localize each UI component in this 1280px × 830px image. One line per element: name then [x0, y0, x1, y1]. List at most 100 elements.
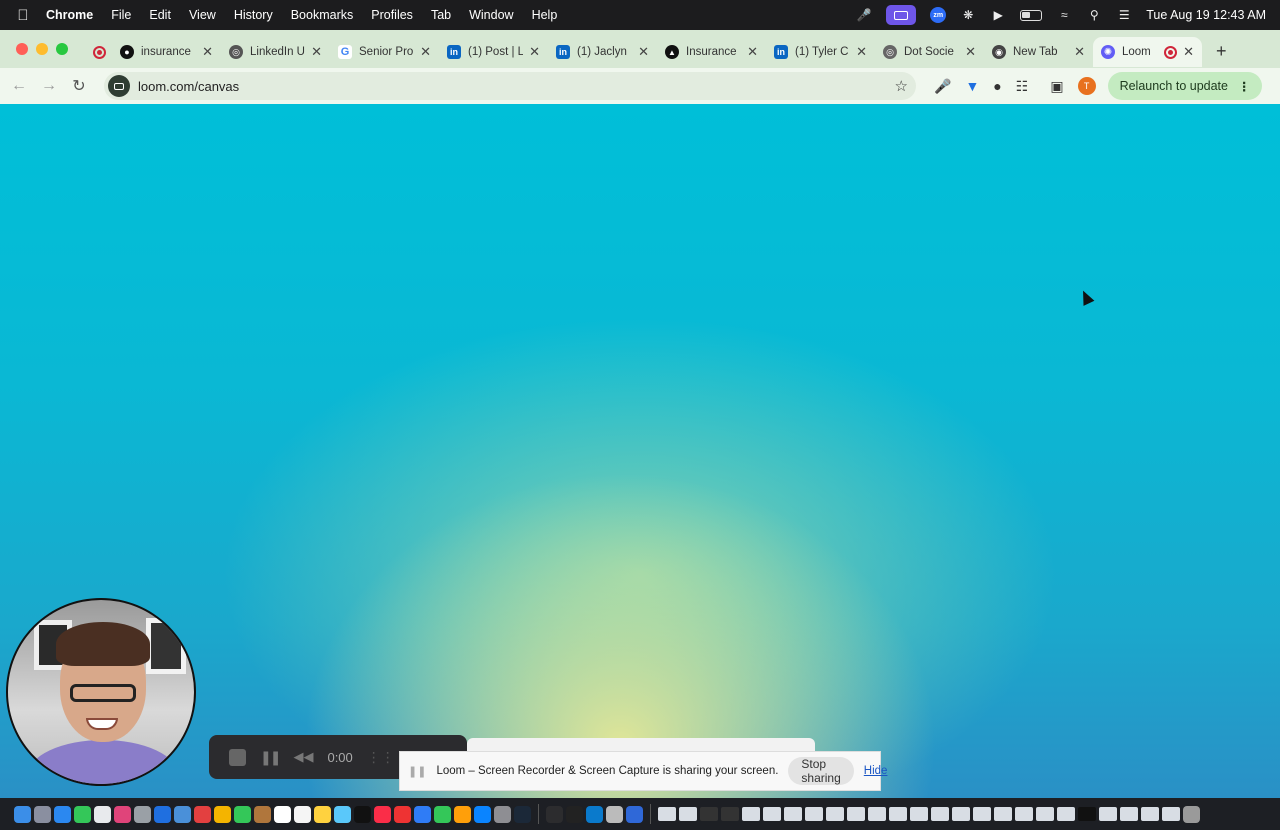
- minimized-window[interactable]: [994, 807, 1012, 821]
- system-settings-icon[interactable]: [494, 805, 511, 823]
- menu-window[interactable]: Window: [469, 8, 513, 22]
- minimized-window[interactable]: [1057, 807, 1075, 821]
- minimized-window[interactable]: [784, 807, 802, 821]
- news-icon[interactable]: [394, 805, 411, 823]
- tab-dot-society[interactable]: ◎ Dot Socie ✕: [875, 37, 984, 67]
- account-icon[interactable]: ●: [993, 78, 1001, 94]
- facetime-icon[interactable]: [234, 805, 251, 823]
- new-tab-button[interactable]: +: [1216, 41, 1227, 62]
- screen-share-icon[interactable]: [886, 5, 917, 25]
- tab-linkedin-jaclyn[interactable]: in (1) Jaclyn ✕: [548, 37, 657, 67]
- menu-view[interactable]: View: [189, 8, 216, 22]
- chrome-icon[interactable]: [94, 805, 111, 823]
- search-icon[interactable]: ⚲: [1086, 7, 1102, 23]
- battery-icon[interactable]: [1020, 9, 1043, 21]
- extensions-puzzle-icon[interactable]: ☷: [1016, 78, 1029, 95]
- chatgpt-icon[interactable]: ❋: [960, 7, 976, 23]
- minimized-window[interactable]: [826, 807, 844, 821]
- site-info-icon[interactable]: [108, 75, 130, 97]
- mail-icon[interactable]: [174, 805, 191, 823]
- close-tab-icon[interactable]: ✕: [202, 44, 213, 60]
- pages-icon[interactable]: [454, 805, 471, 823]
- terminal-icon[interactable]: [546, 805, 563, 823]
- zoom-icon[interactable]: zm: [930, 7, 947, 23]
- minimized-window[interactable]: [742, 807, 760, 821]
- zoom-icon[interactable]: [154, 805, 171, 823]
- tab-search-icon[interactable]: ▣: [1050, 78, 1063, 95]
- restart-button[interactable]: ◀◀: [293, 749, 313, 765]
- minimized-window[interactable]: [1099, 807, 1117, 821]
- profile-avatar[interactable]: T: [1077, 77, 1096, 95]
- close-tab-icon[interactable]: ✕: [420, 44, 431, 60]
- steam-icon[interactable]: [514, 805, 531, 823]
- menu-app-chrome[interactable]: Chrome: [46, 8, 93, 22]
- menu-file[interactable]: File: [111, 8, 131, 22]
- close-tab-icon[interactable]: ✕: [638, 44, 649, 60]
- close-tab-icon[interactable]: ✕: [1183, 44, 1194, 60]
- minimized-window[interactable]: [973, 807, 991, 821]
- stop-recording-button[interactable]: [229, 748, 246, 766]
- tab-insurance[interactable]: ▲ Insurance ✕: [657, 37, 766, 67]
- zoom-window-button[interactable]: [56, 43, 68, 55]
- calendar-icon[interactable]: [274, 805, 291, 823]
- settings-icon[interactable]: [134, 805, 151, 823]
- apple-icon[interactable]: : [0, 7, 46, 24]
- microphone-icon[interactable]: 🎤: [934, 78, 951, 95]
- minimized-window[interactable]: [658, 807, 676, 821]
- photos-icon[interactable]: [194, 805, 211, 823]
- pause-button[interactable]: ❚❚: [260, 749, 282, 766]
- camera-bubble[interactable]: [6, 598, 196, 786]
- relaunch-to-update-button[interactable]: Relaunch to update ⋮: [1107, 72, 1263, 100]
- stop-sharing-button[interactable]: Stop sharing: [788, 757, 854, 785]
- menubar-clock[interactable]: Tue Aug 19 12:43 AM: [1146, 8, 1266, 22]
- address-bar[interactable]: loom.com/canvas ☆: [104, 72, 916, 100]
- minimized-window[interactable]: [805, 807, 823, 821]
- tv-icon[interactable]: [354, 805, 371, 823]
- tab-linkedin-u[interactable]: ◎ LinkedIn U ✕: [221, 37, 330, 67]
- close-tab-icon[interactable]: ✕: [1074, 44, 1085, 60]
- minimized-window[interactable]: [1120, 807, 1138, 821]
- play-icon[interactable]: ▶: [990, 7, 1006, 23]
- slack-icon[interactable]: [114, 805, 131, 823]
- drag-handle-icon[interactable]: ⋮⋮: [367, 749, 395, 766]
- wifi-icon[interactable]: ≈: [1056, 7, 1072, 23]
- menu-edit[interactable]: Edit: [149, 8, 171, 22]
- tab-linkedin-post[interactable]: in (1) Post | L ✕: [439, 37, 548, 67]
- word-icon[interactable]: [626, 805, 643, 823]
- bookmark-star-icon[interactable]: ☆: [895, 77, 908, 95]
- messages-icon[interactable]: [74, 805, 91, 823]
- url-text[interactable]: loom.com/canvas: [138, 79, 895, 94]
- vscode-icon[interactable]: [586, 805, 603, 823]
- tab-linkedin-tyler[interactable]: in (1) Tyler C ✕: [766, 37, 875, 67]
- control-center-icon[interactable]: ☰: [1116, 7, 1132, 23]
- finder-icon[interactable]: [14, 805, 31, 823]
- console-icon[interactable]: [566, 805, 583, 823]
- launchpad-icon[interactable]: [34, 805, 51, 823]
- minimized-window[interactable]: [847, 807, 865, 821]
- menu-tab[interactable]: Tab: [431, 8, 451, 22]
- forward-icon[interactable]: →: [34, 77, 64, 95]
- hide-banner-link[interactable]: Hide: [864, 765, 888, 777]
- close-tab-icon[interactable]: ✕: [529, 44, 540, 60]
- close-window-button[interactable]: [16, 43, 28, 55]
- tab-insurance-github[interactable]: ● insurance ✕: [112, 37, 221, 67]
- menu-bookmarks[interactable]: Bookmarks: [291, 8, 354, 22]
- minimized-window[interactable]: [721, 807, 739, 821]
- tab-loom-active[interactable]: ✺ Loom ✕: [1093, 37, 1202, 67]
- keynote-icon[interactable]: [414, 805, 431, 823]
- freeform-icon[interactable]: [334, 805, 351, 823]
- tab-senior-pro[interactable]: G Senior Pro ✕: [330, 37, 439, 67]
- safari-icon[interactable]: [54, 805, 71, 823]
- trash-icon[interactable]: [1183, 805, 1200, 823]
- menu-profiles[interactable]: Profiles: [371, 8, 413, 22]
- minimized-window[interactable]: [1078, 807, 1096, 821]
- close-tab-icon[interactable]: ✕: [747, 44, 758, 60]
- minimized-window[interactable]: [763, 807, 781, 821]
- minimized-window[interactable]: [700, 807, 718, 821]
- close-tab-icon[interactable]: ✕: [856, 44, 867, 60]
- minimized-window[interactable]: [952, 807, 970, 821]
- tab-new-tab[interactable]: ◉ New Tab ✕: [984, 37, 1093, 67]
- app-store-icon[interactable]: [474, 805, 491, 823]
- minimized-window[interactable]: [889, 807, 907, 821]
- minimized-window[interactable]: [1036, 807, 1054, 821]
